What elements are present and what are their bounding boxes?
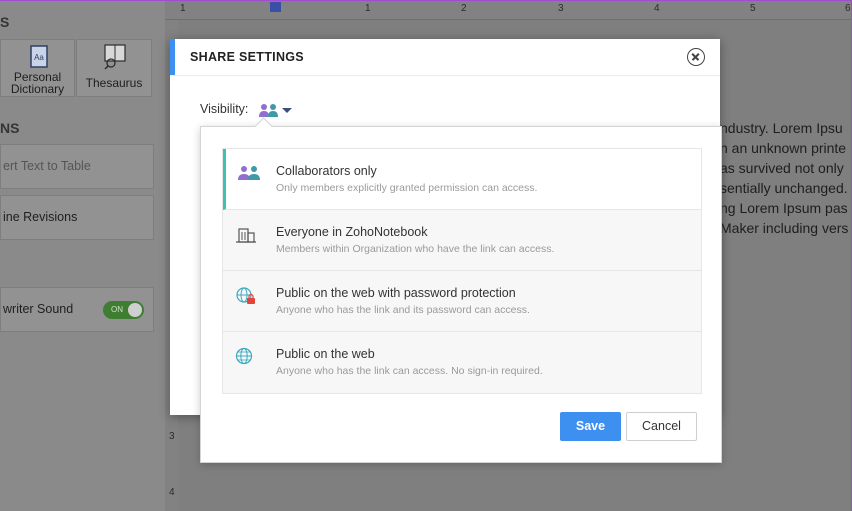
- ruler-number: 3: [169, 431, 175, 442]
- option-description: Anyone who has the link and its password…: [276, 304, 530, 316]
- visibility-option-organization[interactable]: Everyone in ZohoNotebook Members within …: [223, 210, 701, 271]
- document-text-line: as survived not only: [720, 160, 844, 176]
- document-text-line: sentially unchanged.: [720, 180, 848, 196]
- ruler-indent-marker[interactable]: [270, 2, 281, 12]
- visibility-option-public-password[interactable]: Public on the web with password protecti…: [223, 271, 701, 332]
- option-title: Public on the web with password protecti…: [276, 286, 516, 300]
- dialog-title: SHARE SETTINGS: [190, 50, 304, 64]
- sidebar: S Aa Personal Dictionary Thesaurus NS er…: [0, 0, 165, 511]
- ruler-number: 6: [845, 3, 851, 14]
- ruler-number: 1: [365, 3, 371, 14]
- document-text-line: ng Lorem Ipsum pas: [720, 200, 848, 216]
- dialog-accent-bar: [170, 39, 175, 75]
- globe-lock-icon: [236, 287, 255, 304]
- option-description: Members within Organization who have the…: [276, 243, 555, 255]
- svg-text:Aa: Aa: [34, 53, 44, 62]
- convert-text-to-table-label: ert Text to Table: [3, 159, 91, 173]
- visibility-dropdown-caret[interactable]: [282, 108, 292, 113]
- visibility-label: Visibility:: [200, 102, 249, 116]
- collaborators-icon[interactable]: [258, 102, 280, 118]
- cancel-button[interactable]: Cancel: [626, 412, 697, 441]
- thesaurus-icon: [104, 44, 126, 70]
- personal-dictionary-label-2: Dictionary: [10, 82, 65, 96]
- dictionary-icon: Aa: [30, 45, 48, 68]
- visibility-option-public[interactable]: Public on the web Anyone who has the lin…: [223, 332, 701, 393]
- ruler-number: 2: [461, 3, 467, 14]
- visibility-option-collaborators[interactable]: Collaborators only Only members explicit…: [223, 149, 701, 210]
- typewriter-sound-toggle[interactable]: ON: [103, 301, 144, 319]
- personal-dictionary-tile[interactable]: Aa Personal Dictionary: [0, 39, 75, 97]
- option-title: Everyone in ZohoNotebook: [276, 225, 428, 239]
- ruler-number: 4: [169, 487, 175, 498]
- horizontal-ruler: 1 1 2 3 4 5 6: [165, 0, 852, 20]
- document-text-line: n an unknown printe: [720, 140, 847, 156]
- option-title: Public on the web: [276, 347, 375, 361]
- option-description: Only members explicitly granted permissi…: [276, 182, 538, 194]
- document-text-line: ndustry. Lorem Ipsu: [720, 120, 843, 136]
- option-title: Collaborators only: [276, 164, 377, 178]
- close-icon[interactable]: [687, 48, 705, 66]
- thesaurus-label: Thesaurus: [85, 76, 143, 90]
- option-description: Anyone who has the link can access. No s…: [276, 365, 543, 377]
- combine-revisions-button[interactable]: ine Revisions: [0, 195, 154, 240]
- document-text-line: Maker including vers: [720, 220, 849, 236]
- building-icon: [236, 228, 256, 243]
- ruler-number: 3: [558, 3, 564, 14]
- globe-icon: [235, 347, 253, 365]
- typewriter-sound-label: writer Sound: [3, 302, 74, 316]
- collaborators-icon: [238, 166, 260, 180]
- ruler-number: 1: [180, 3, 186, 14]
- convert-text-to-table-button[interactable]: ert Text to Table: [0, 144, 154, 189]
- toggle-knob: [128, 303, 142, 317]
- ruler-number: 4: [654, 3, 660, 14]
- sidebar-section-heading: NS: [0, 120, 20, 136]
- thesaurus-tile[interactable]: Thesaurus: [76, 39, 152, 97]
- combine-revisions-label: ine Revisions: [3, 210, 78, 224]
- save-button[interactable]: Save: [560, 412, 621, 441]
- sidebar-section-letter: S: [0, 14, 10, 30]
- visibility-options-list: Collaborators only Only members explicit…: [222, 148, 702, 394]
- visibility-dropdown: Collaborators only Only members explicit…: [200, 126, 722, 463]
- toggle-label: ON: [111, 305, 123, 314]
- ruler-number: 5: [750, 3, 756, 14]
- dialog-divider: [170, 75, 720, 76]
